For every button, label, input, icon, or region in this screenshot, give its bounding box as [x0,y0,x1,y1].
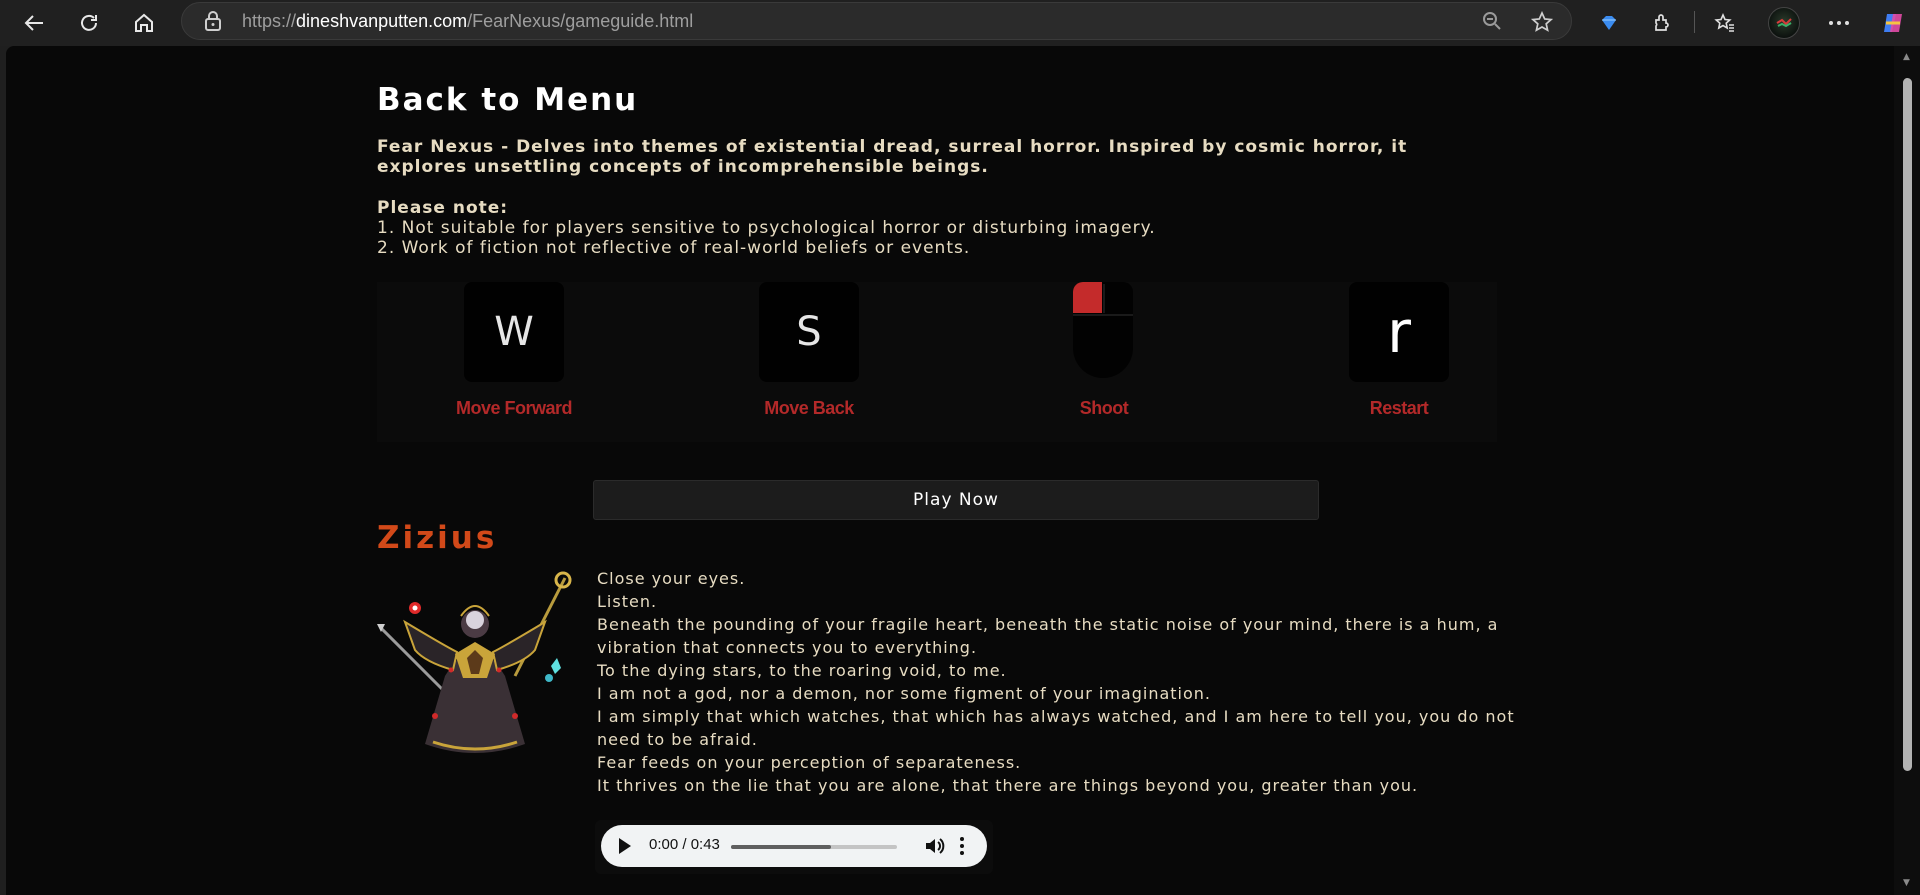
refresh-icon[interactable] [72,6,106,40]
s-key-icon: S [759,282,859,382]
play-now-button[interactable]: Play Now [593,480,1319,520]
control-label: Restart [1369,398,1429,418]
audio-seek-progress [731,845,831,849]
note-title: Please note: [377,198,509,218]
game-intro: Fear Nexus - Delves into themes of exist… [377,137,1408,177]
back-arrow-icon[interactable] [17,6,51,40]
zoom-icon[interactable] [1480,11,1504,35]
copilot-icon[interactable] [1877,7,1909,39]
audio-player[interactable]: 0:00 / 0:43 [601,825,987,867]
url-prefix: https:// [242,11,297,31]
volume-icon[interactable] [923,835,945,857]
url-host: dineshvanputten.com [296,11,468,31]
monologue-line: Close your eyes. [597,569,746,588]
character-monologue: Close your eyes. Listen. Beneath the pou… [597,567,1517,797]
back-to-menu-link[interactable]: Back to Menu [377,82,638,118]
page-viewport: Back to Menu Fear Nexus - Delves into th… [6,46,1894,895]
control-shoot: Shoot [1007,282,1187,442]
w-key-icon: W [464,282,564,382]
scroll-up-icon[interactable]: ▲ [1903,52,1910,62]
browser-toolbar: https://dineshvanputten.com/FearNexus/ga… [0,0,1920,46]
control-label: Shoot [1079,398,1129,418]
monologue-line: Listen. [597,592,658,611]
audio-play-icon[interactable] [619,838,631,854]
monologue-line: To the dying stars, to the roaring void,… [597,661,1007,680]
monologue-line: Fear feeds on your perception of separat… [597,753,1022,772]
control-restart: r Restart [1302,282,1482,442]
more-options-icon[interactable] [1823,7,1855,39]
control-move-forward: W Move Forward [417,282,597,442]
extensions-icon[interactable] [1647,7,1679,39]
url-path: /FearNexus/gameguide.html [467,11,694,31]
monologue-line: I am not a god, nor a demon, nor some fi… [597,684,1211,703]
page-scrollbar[interactable]: ▲ ▼ [1894,46,1920,895]
audio-container: 0:00 / 0:43 [595,820,993,874]
scroll-thumb[interactable] [1903,78,1912,771]
control-label: Move Back [764,398,854,418]
profile-avatar[interactable] [1768,7,1800,39]
lock-icon[interactable] [204,11,222,35]
mouse-left-click-icon [1073,282,1133,378]
toolbar-divider [1694,11,1695,33]
monologue-line: I am simply that which watches, that whi… [597,707,1515,749]
favorite-star-icon[interactable] [1530,10,1554,35]
favorites-icon[interactable] [1709,7,1741,39]
url-text[interactable]: https://dineshvanputten.com/FearNexus/ga… [242,11,693,32]
monologue-line: It thrives on the lie that you are alone… [597,776,1419,795]
audio-time: 0:00 / 0:43 [649,836,720,853]
scroll-down-icon[interactable]: ▼ [1903,878,1910,888]
monologue-line: Beneath the pounding of your fragile hea… [597,615,1499,657]
r-key-icon: r [1349,282,1449,382]
control-move-back: S Move Back [712,282,892,442]
audio-seek-bar[interactable] [731,845,897,849]
note-item: 2. Work of fiction not reflective of rea… [377,238,971,258]
browser-essentials-icon[interactable] [1593,7,1625,39]
character-name: Zizius [377,520,498,556]
control-label: Move Forward [455,398,573,418]
zizius-portrait [375,566,575,756]
controls-panel: W Move Forward S Move Back Shoot r Resta… [377,282,1497,442]
address-bar[interactable]: https://dineshvanputten.com/FearNexus/ga… [181,2,1572,40]
home-icon[interactable] [127,6,161,40]
audio-more-options-icon[interactable] [959,835,965,857]
note-item: 1. Not suitable for players sensitive to… [377,218,1156,238]
